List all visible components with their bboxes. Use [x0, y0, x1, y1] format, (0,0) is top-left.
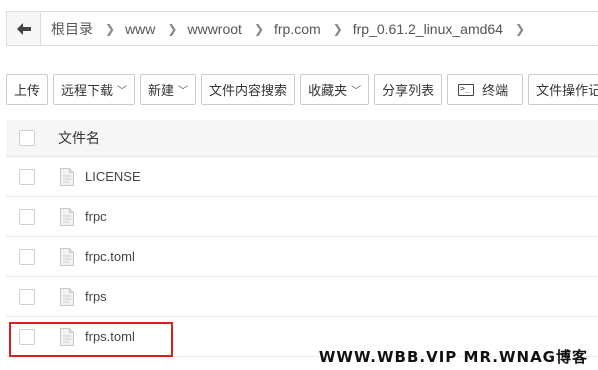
file-table: 文件名 LICENSE frpc frpc.toml frps frps.tom… — [6, 120, 598, 357]
row-checkbox[interactable] — [19, 328, 35, 345]
breadcrumb-item-wwwroot[interactable]: wwwroot ❯ — [177, 21, 264, 37]
file-name[interactable]: LICENSE — [85, 169, 141, 184]
back-button[interactable] — [7, 12, 41, 45]
breadcrumb-item-frp-com[interactable]: frp.com ❯ — [264, 21, 343, 37]
file-name[interactable]: frpc.toml — [85, 249, 135, 264]
row-checkbox[interactable] — [19, 168, 35, 185]
breadcrumb-label: 根目录 — [51, 20, 93, 37]
operation-log-label: 文件操作记录 — [536, 83, 598, 98]
new-button[interactable]: 新建 ﹀ — [140, 74, 197, 105]
favorites-label: 收藏夹 — [308, 83, 348, 98]
terminal-icon: >_ — [458, 83, 475, 96]
file-name[interactable]: frpc — [85, 209, 107, 224]
upload-label: 上传 — [14, 83, 41, 98]
terminal-button[interactable]: >_ 终端 — [447, 74, 524, 105]
content-search-button[interactable]: 文件内容搜索 — [201, 74, 296, 105]
share-list-button[interactable]: 分享列表 — [374, 74, 443, 105]
table-header: 文件名 — [6, 120, 598, 157]
file-icon — [60, 167, 74, 186]
remote-download-label: 远程下载 — [61, 83, 114, 98]
new-label: 新建 — [148, 83, 175, 98]
chevron-right-icon: ❯ — [167, 21, 178, 36]
breadcrumb: 根目录 ❯ www ❯ wwwroot ❯ frp.com ❯ frp_0.61… — [6, 11, 598, 46]
column-header-filename[interactable]: 文件名 — [58, 128, 100, 148]
file-icon — [60, 247, 74, 266]
table-row[interactable]: frps — [6, 277, 598, 317]
table-row[interactable]: LICENSE — [6, 157, 598, 197]
content-search-label: 文件内容搜索 — [209, 83, 288, 98]
chevron-right-icon: ❯ — [332, 21, 343, 36]
chevron-right-icon: ❯ — [253, 21, 264, 36]
toolbar: 上传 远程下载 ﹀ 新建 ﹀ 文件内容搜索 收藏夹 ﹀ 分享列表 >_ 终端 文… — [6, 74, 598, 105]
chevron-down-icon: ﹀ — [351, 86, 362, 97]
chevron-down-icon: ﹀ — [117, 86, 128, 97]
table-row[interactable]: frpc.toml — [6, 237, 598, 277]
remote-download-button[interactable]: 远程下载 ﹀ — [53, 74, 136, 105]
arrow-left-icon — [16, 22, 31, 35]
file-icon — [60, 207, 74, 226]
file-name[interactable]: frps — [85, 289, 107, 304]
file-icon — [60, 287, 74, 306]
breadcrumb-item-www[interactable]: www ❯ — [115, 21, 177, 37]
breadcrumb-label: www — [125, 20, 156, 37]
row-checkbox[interactable] — [19, 208, 35, 225]
file-name[interactable]: frps.toml — [85, 329, 135, 344]
row-checkbox[interactable] — [19, 288, 35, 305]
breadcrumb-label: frp_0.61.2_linux_amd64 — [352, 20, 503, 37]
select-all-checkbox[interactable] — [19, 130, 35, 146]
terminal-label: 终端 — [482, 83, 509, 98]
breadcrumb-label: frp.com — [274, 20, 321, 37]
chevron-right-icon: ❯ — [514, 21, 526, 36]
chevron-down-icon: ﹀ — [178, 86, 189, 97]
watermark: WWW.WBB.VIP MR.WNAG博客 — [318, 348, 588, 366]
breadcrumb-label: wwwroot — [187, 20, 242, 37]
favorites-button[interactable]: 收藏夹 ﹀ — [300, 74, 370, 105]
file-icon — [60, 327, 74, 346]
share-list-label: 分享列表 — [382, 83, 435, 98]
table-row[interactable]: frpc — [6, 197, 598, 237]
breadcrumb-item-frp-dir[interactable]: frp_0.61.2_linux_amd64 ❯ — [343, 21, 525, 37]
row-checkbox[interactable] — [19, 248, 35, 265]
breadcrumb-item-root[interactable]: 根目录 ❯ — [41, 19, 115, 39]
operation-log-button[interactable]: 文件操作记录 — [528, 74, 598, 105]
chevron-right-icon: ❯ — [105, 21, 116, 36]
upload-button[interactable]: 上传 — [6, 74, 49, 105]
